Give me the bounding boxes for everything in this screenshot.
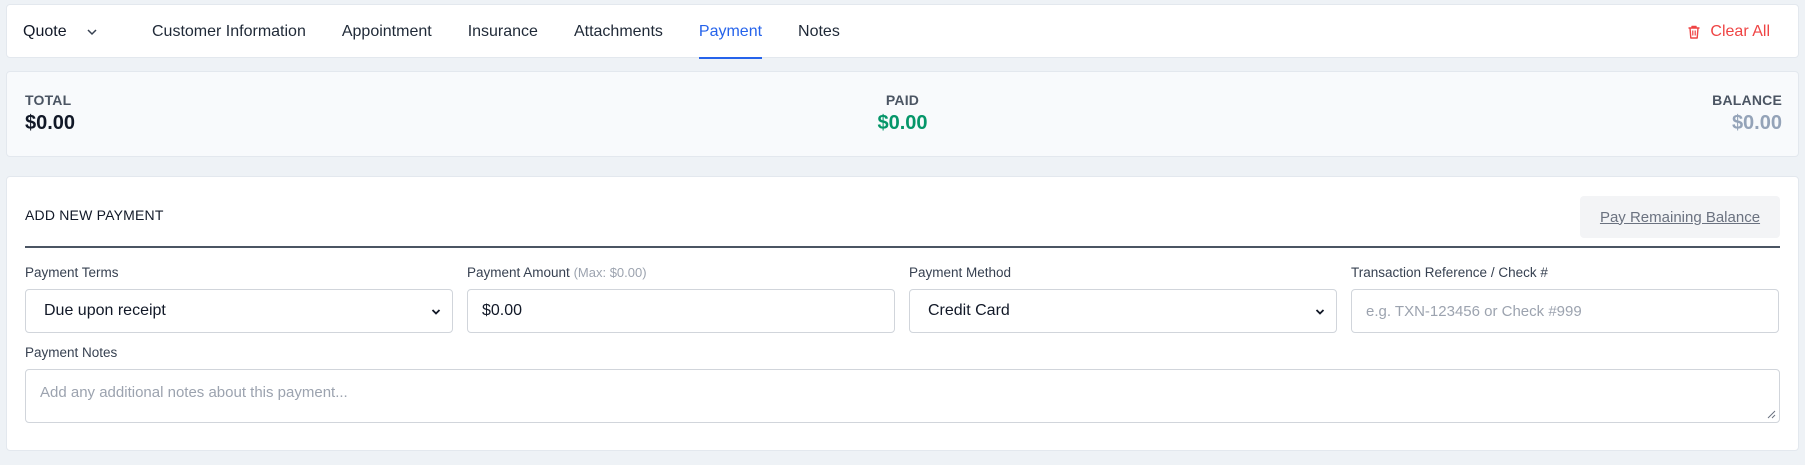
payment-summary: TOTAL $0.00 PAID $0.00 BALANCE $0.00 xyxy=(6,71,1799,157)
paid-label: PAID xyxy=(885,92,920,108)
payment-terms-value: Due upon receipt xyxy=(44,302,166,319)
payment-terms-select[interactable]: Due upon receipt xyxy=(25,289,453,333)
balance-summary: BALANCE $0.00 xyxy=(1712,92,1782,135)
add-payment-card: ADD NEW PAYMENT Pay Remaining Balance Pa… xyxy=(6,176,1799,451)
payment-terms-field: Payment Terms Due upon receipt xyxy=(25,265,453,333)
payment-method-value: Credit Card xyxy=(928,302,1010,319)
balance-value: $0.00 xyxy=(1731,112,1782,134)
tab-notes[interactable]: Notes xyxy=(798,5,840,59)
transaction-reference-field: Transaction Reference / Check # e.g. TXN… xyxy=(1351,265,1779,333)
tab-payment[interactable]: Payment xyxy=(698,5,763,59)
chevron-down-icon xyxy=(87,29,97,36)
top-navigation-bar: Quote Customer Information Appointment I… xyxy=(6,4,1799,59)
clear-all-button[interactable]: Clear All xyxy=(1686,5,1770,59)
payment-notes-textarea[interactable]: Add any additional notes about this paym… xyxy=(25,369,1780,423)
balance-label: BALANCE xyxy=(1712,92,1782,108)
payment-amount-field: Payment Amount (Max: $0.00) $0.00 xyxy=(467,265,895,333)
payment-method-field: Payment Method Credit Card xyxy=(909,265,1337,333)
chevron-down-icon xyxy=(431,309,441,315)
tab-insurance[interactable]: Insurance xyxy=(468,5,538,59)
payment-amount-input[interactable]: $0.00 xyxy=(467,289,895,333)
transaction-reference-label: Transaction Reference / Check # xyxy=(1351,265,1548,280)
divider xyxy=(25,246,1780,248)
paid-value: $0.00 xyxy=(877,112,928,134)
document-type-dropdown[interactable]: Quote xyxy=(23,5,99,59)
tab-attachments[interactable]: Attachments xyxy=(574,5,663,59)
payment-amount-label: Payment Amount (Max: $0.00) xyxy=(467,265,895,283)
payment-notes-label: Payment Notes xyxy=(25,345,118,360)
tab-list: Customer Information Appointment Insuran… xyxy=(152,5,876,59)
tab-appointment[interactable]: Appointment xyxy=(342,5,432,59)
clear-all-label: Clear All xyxy=(1710,23,1770,40)
payment-amount-label-text: Payment Amount xyxy=(467,265,570,280)
payment-notes-placeholder: Add any additional notes about this paym… xyxy=(40,384,348,401)
pay-remaining-balance-button[interactable]: Pay Remaining Balance xyxy=(1580,196,1780,238)
document-type-label: Quote xyxy=(23,23,67,40)
card-title: ADD NEW PAYMENT xyxy=(25,207,164,223)
payment-terms-label: Payment Terms xyxy=(25,265,119,280)
tab-customer-information[interactable]: Customer Information xyxy=(152,5,306,59)
payment-amount-max-hint: (Max: $0.00) xyxy=(573,265,647,280)
trash-icon xyxy=(1688,25,1700,39)
payment-amount-value: $0.00 xyxy=(482,302,523,319)
paid-summary: PAID $0.00 xyxy=(7,92,1798,135)
chevron-down-icon xyxy=(1315,309,1325,315)
payment-method-label: Payment Method xyxy=(909,265,1012,280)
transaction-reference-input[interactable]: e.g. TXN-123456 or Check #999 xyxy=(1351,289,1779,333)
transaction-reference-placeholder: e.g. TXN-123456 or Check #999 xyxy=(1366,302,1582,320)
resize-handle-icon[interactable] xyxy=(1766,409,1776,419)
payment-notes-field: Payment Notes Add any additional notes a… xyxy=(25,345,1780,423)
payment-method-select[interactable]: Credit Card xyxy=(909,289,1337,333)
